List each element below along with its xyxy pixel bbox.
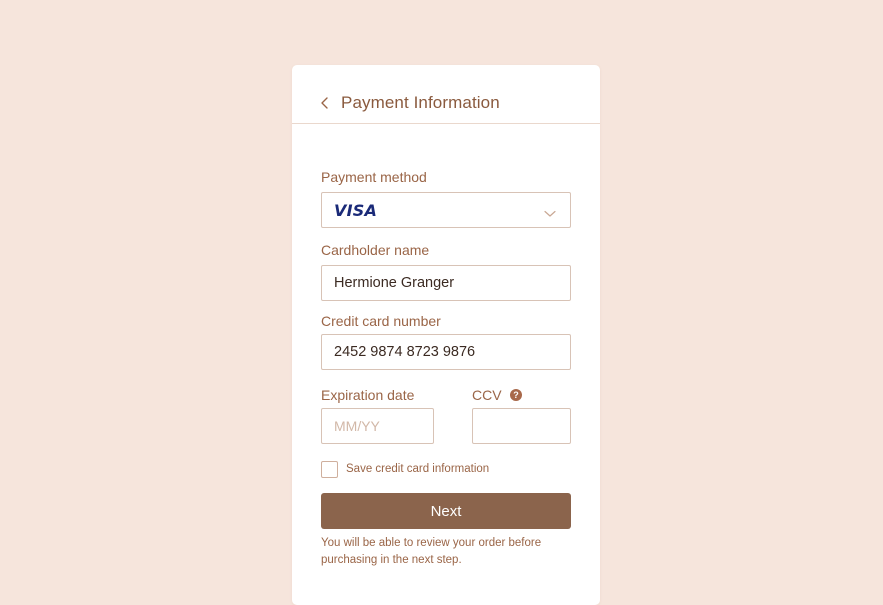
expiration-date-label: Expiration date [321, 387, 415, 403]
visa-logo: VISA [334, 200, 378, 220]
expiration-placeholder: MM/YY [334, 418, 380, 434]
payment-method-label: Payment method [321, 169, 427, 185]
payment-card: Payment Information Payment method VISA … [292, 65, 600, 605]
help-icon[interactable]: ? [510, 389, 522, 401]
page-title: Payment Information [341, 93, 500, 112]
cardholder-name-value: Hermione Granger [334, 275, 455, 291]
save-card-label: Save credit card information [346, 463, 490, 475]
save-card-checkbox[interactable] [321, 461, 338, 478]
card-number-input[interactable]: 2452 9874 8723 9876 [321, 334, 571, 370]
cardholder-name-label: Cardholder name [321, 242, 430, 258]
ccv-label: CCV [472, 387, 502, 403]
card-number-label: Credit card number [321, 313, 441, 329]
expiration-date-input[interactable]: MM/YY [321, 408, 434, 444]
card-header: Payment Information [292, 65, 600, 124]
back-button[interactable] [318, 95, 332, 111]
chevron-left-icon [318, 95, 332, 111]
review-footnote: You will be able to review your order be… [321, 537, 542, 566]
next-button[interactable]: Next [321, 493, 571, 529]
cardholder-name-input[interactable]: Hermione Granger [321, 265, 571, 301]
chevron-down-icon [544, 206, 556, 222]
payment-method-select[interactable]: VISA [321, 192, 571, 228]
card-number-value: 2452 9874 8723 9876 [334, 344, 476, 360]
ccv-input[interactable] [472, 408, 571, 444]
